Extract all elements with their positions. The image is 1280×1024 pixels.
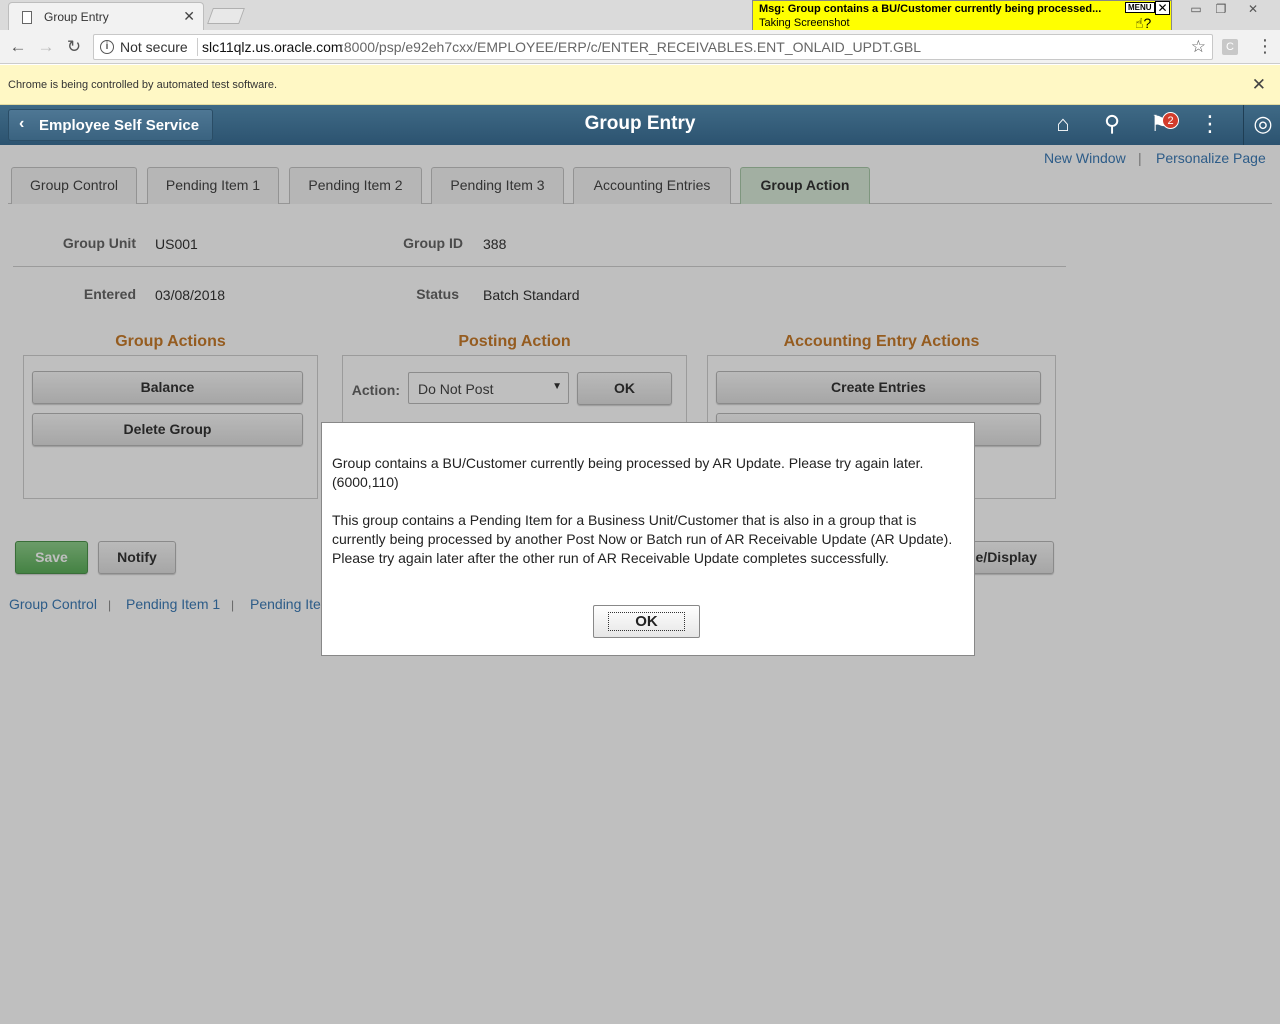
tooltip-status: Taking Screenshot	[759, 17, 850, 29]
app-header: ‹ Employee Self Service Group Entry ⌂ ⚲ …	[0, 105, 1280, 145]
extension-icon[interactable]: C	[1222, 39, 1238, 55]
tab-title: Group Entry	[44, 10, 109, 24]
notification-badge: 2	[1162, 112, 1179, 129]
chrome-menu-icon[interactable]: ⋮	[1256, 36, 1274, 57]
restore-icon[interactable]: ❐	[1208, 2, 1234, 16]
url-separator	[197, 38, 198, 56]
page-title: Group Entry	[584, 113, 696, 134]
error-dialog: Group contains a BU/Customer currently b…	[321, 422, 975, 656]
dialog-message: Group contains a BU/Customer currently b…	[332, 455, 924, 490]
back-arrow-icon[interactable]: ←	[7, 37, 29, 57]
actions-menu-icon[interactable]: ⋮	[1195, 111, 1225, 137]
page-icon	[22, 11, 32, 24]
dialog-ok-label: OK	[608, 612, 685, 631]
bookmark-star-icon[interactable]: ☆	[1191, 37, 1206, 57]
url-host: slc11qlz.us.oracle.com	[202, 39, 343, 55]
url-input[interactable]: i Not secure slc11qlz.us.oracle.com :800…	[93, 34, 1213, 60]
window-close-icon[interactable]: ✕	[1240, 2, 1266, 16]
url-path: :8000/psp/e92eh7cxx/EMPLOYEE/ERP/c/ENTER…	[340, 39, 921, 55]
dialog-explanation: This group contains a Pending Item for a…	[332, 512, 953, 566]
tooltip-close-icon[interactable]: ✕	[1155, 1, 1170, 15]
forward-arrow-icon[interactable]: →	[35, 37, 57, 57]
home-icon[interactable]: ⌂	[1048, 111, 1078, 137]
navbar-compass-icon[interactable]: ◎	[1248, 111, 1278, 137]
infobar-close-icon[interactable]: ✕	[1252, 75, 1266, 95]
dialog-ok-button[interactable]: OK	[593, 605, 700, 638]
header-divider	[1243, 105, 1244, 145]
tooltip-message: Msg: Group contains a BU/Customer curren…	[759, 3, 1102, 15]
infobar-message: Chrome is being controlled by automated …	[8, 79, 278, 91]
automation-tooltip: Msg: Group contains a BU/Customer curren…	[752, 0, 1172, 32]
reload-icon[interactable]: ↻	[63, 37, 85, 57]
info-icon[interactable]: i	[100, 40, 114, 54]
tooltip-menu-button[interactable]: MENU	[1125, 2, 1155, 13]
minimize-icon[interactable]: ▭	[1183, 2, 1209, 16]
browser-tab[interactable]: Group Entry ✕	[8, 2, 204, 30]
address-bar: ← → ↻ i Not secure slc11qlz.us.oracle.co…	[0, 30, 1280, 64]
search-icon[interactable]: ⚲	[1097, 111, 1127, 137]
new-tab-button[interactable]	[207, 8, 245, 24]
security-label: Not secure	[120, 39, 188, 55]
close-tab-icon[interactable]: ✕	[183, 8, 195, 25]
automation-infobar: Chrome is being controlled by automated …	[0, 65, 1280, 105]
